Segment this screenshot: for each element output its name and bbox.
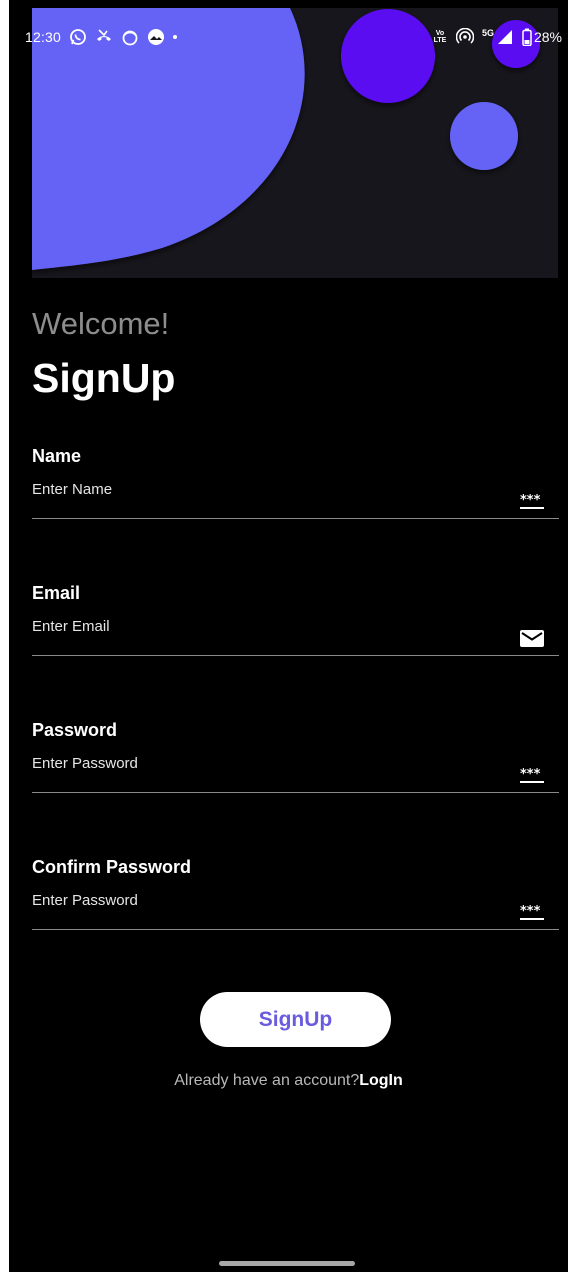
confirm-password-label: Confirm Password	[32, 857, 192, 877]
header-circle-medium	[450, 102, 518, 170]
page-title: SignUp	[32, 355, 176, 401]
svg-text:***: ***	[520, 904, 541, 919]
home-indicator[interactable]	[219, 1261, 355, 1266]
whatsapp-icon	[70, 29, 86, 45]
name-underline	[32, 518, 559, 519]
status-time: 12:30	[25, 29, 62, 45]
email-underline	[32, 655, 559, 656]
name-field: Name ***	[32, 446, 559, 536]
app-icon	[122, 30, 138, 46]
password-underline	[32, 792, 559, 793]
email-field: Email	[32, 583, 559, 673]
welcome-text: Welcome!	[32, 306, 170, 341]
svg-text:***: ***	[520, 767, 541, 782]
missed-call-icon	[97, 29, 112, 41]
login-prompt-row: Already have an account?LogIn	[9, 1072, 568, 1090]
volte-icon: Vo LTE	[433, 30, 447, 44]
hotspot-icon	[455, 28, 474, 44]
weather-icon	[148, 29, 165, 45]
status-bar: 12:30 Vo LTE 5G 28%	[9, 8, 568, 66]
confirm-password-input[interactable]	[32, 887, 512, 913]
login-prompt-text: Already have an account?	[174, 1072, 360, 1089]
signal-icon	[497, 30, 512, 44]
confirm-password-field: Confirm Password ***	[32, 857, 559, 947]
password-label: Password	[32, 720, 118, 740]
network-type-label: 5G	[481, 28, 494, 38]
svg-text:***: ***	[520, 493, 541, 508]
password-field: Password ***	[32, 720, 559, 810]
email-input[interactable]	[32, 613, 512, 639]
app-screen: 12:30 Vo LTE 5G 28% Welcome! SignUp Name…	[9, 0, 568, 1272]
signup-button[interactable]: SignUp	[200, 992, 391, 1047]
dot-icon	[173, 35, 178, 39]
battery-icon	[522, 28, 532, 46]
password-dots-icon: ***	[520, 904, 544, 920]
password-dots-icon: ***	[520, 767, 544, 783]
battery-percent: 28%	[533, 29, 562, 45]
name-input[interactable]	[32, 476, 512, 502]
password-dots-icon: ***	[520, 493, 544, 509]
password-input[interactable]	[32, 750, 512, 776]
confirm-password-underline	[32, 929, 559, 930]
email-label: Email	[32, 583, 81, 603]
name-label: Name	[32, 446, 82, 466]
mail-icon	[520, 630, 544, 647]
login-link[interactable]: LogIn	[359, 1072, 403, 1089]
